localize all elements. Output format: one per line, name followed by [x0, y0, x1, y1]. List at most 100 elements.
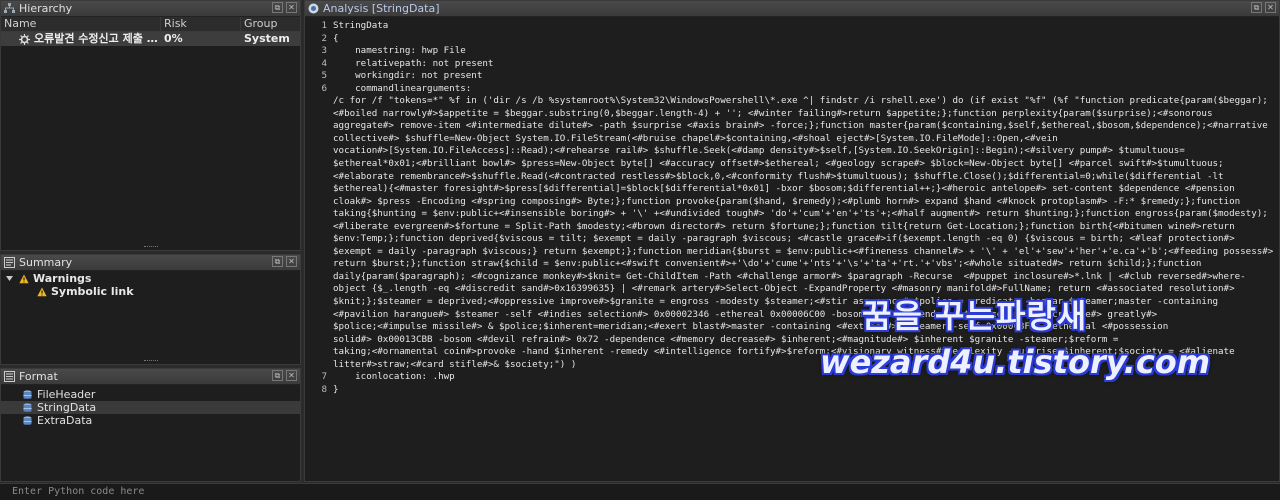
resize-handle[interactable] [1, 359, 300, 364]
column-header-group[interactable]: Group [241, 17, 300, 31]
code-line: 5 workingdir: not present [305, 70, 1279, 83]
code-text: collective#> $shuffle=New-Object System.… [333, 132, 1058, 144]
code-text: $knit;};$steamer = deprived;<#oppressive… [333, 296, 1219, 308]
code-text: aggregate#> remove-item <#intermediate d… [333, 120, 1268, 132]
format-title-bar[interactable]: Format ⧉ ✕ [1, 369, 300, 385]
code-text: <#elaborate remembrance#>$shuffle.Read(<… [333, 170, 1224, 182]
line-number [305, 334, 333, 347]
analysis-title-bar[interactable]: Analysis [StringData] ⧉ ✕ [305, 1, 1279, 17]
code-line: $exempt = daily -paragraph $viscous;} re… [305, 246, 1279, 259]
code-text: object {$_.length -eq <#discredit sand#>… [333, 283, 1235, 295]
hierarchy-title: Hierarchy [19, 2, 73, 15]
code-text: $ethereal){<#master foresight#>$press[$d… [333, 183, 1235, 195]
line-number [305, 120, 333, 133]
float-icon[interactable]: ⧉ [1251, 2, 1262, 13]
python-console [0, 483, 1280, 500]
summary-title-bar[interactable]: Summary ⧉ ✕ [1, 255, 300, 271]
code-text: { [333, 32, 339, 44]
close-icon[interactable]: ✕ [1265, 2, 1276, 13]
code-text: $ethereal*0x01;<#brilliant bowl#> $press… [333, 158, 1224, 170]
line-number [305, 246, 333, 259]
code-text: taking;<#ornamental coin#>provoke -hand … [333, 346, 1235, 358]
analysis-title: Analysis [StringData] [323, 2, 440, 15]
format-icon [4, 371, 15, 382]
summary-title: Summary [19, 256, 73, 269]
list-item[interactable]: FileHeader [1, 388, 300, 401]
row-name: 오류발견 수정신고 제출 ... [34, 32, 158, 45]
code-line: 8} [305, 384, 1279, 397]
warnings-group[interactable]: Warnings [1, 272, 300, 285]
code-line: daily{param($paragraph); <#cognizance mo… [305, 271, 1279, 284]
code-text: litter#>straw;<#card stifle#>& $society;… [333, 358, 577, 370]
line-number [305, 145, 333, 158]
float-icon[interactable]: ⧉ [272, 2, 283, 13]
list-item[interactable]: Symbolic link [1, 285, 300, 298]
line-number [305, 196, 333, 209]
list-item[interactable]: ExtraData [1, 414, 300, 427]
hierarchy-title-bar[interactable]: Hierarchy ⧉ ✕ [1, 1, 300, 17]
list-item[interactable]: StringData [1, 401, 300, 414]
warning-item-label: Symbolic link [51, 285, 134, 298]
close-icon[interactable]: ✕ [286, 2, 297, 13]
row-risk: 0% [164, 32, 183, 45]
code-line: collective#> $shuffle=New-Object System.… [305, 133, 1279, 146]
table-row[interactable]: 오류발견 수정신고 제출 ... 0% System [1, 32, 300, 46]
summary-tree: Warnings Symbolic link [1, 271, 300, 299]
code-text: iconlocation: .hwp [333, 371, 455, 383]
format-tree: FileHeader StringData ExtraData [1, 385, 300, 427]
line-number [305, 359, 333, 372]
code-text: StringData [333, 20, 389, 31]
code-text: /c for /f "tokens=*" %f in ('dir /s /b %… [333, 95, 1268, 107]
row-group: System [244, 32, 290, 45]
line-number: 8 [321, 383, 327, 395]
line-number [305, 133, 333, 146]
close-icon[interactable]: ✕ [286, 256, 297, 267]
database-icon [23, 389, 32, 399]
code-line: object {$_.length -eq <#discredit sand#>… [305, 283, 1279, 296]
code-line: vocation#>[System.IO.FileAccess]::Read);… [305, 145, 1279, 158]
code-line: <#elaborate remembrance#>$shuffle.Read(<… [305, 171, 1279, 184]
line-number: 4 [321, 57, 327, 69]
float-icon[interactable]: ⧉ [272, 370, 283, 381]
line-number [305, 346, 333, 359]
warnings-label: Warnings [33, 272, 92, 285]
code-line: /c for /f "tokens=*" %f in ('dir /s /b %… [305, 95, 1279, 108]
code-line: $ethereal*0x01;<#brilliant bowl#> $press… [305, 158, 1279, 171]
resize-handle[interactable] [1, 245, 300, 250]
code-line: $police;<#impulse missile#> & $police;$i… [305, 321, 1279, 334]
column-header-risk[interactable]: Risk [161, 17, 241, 31]
code-line: return $burst;};function straw{$child = … [305, 258, 1279, 271]
close-icon[interactable]: ✕ [286, 370, 297, 381]
code-line: litter#>straw;<#card stifle#>& $society;… [305, 359, 1279, 372]
database-icon [23, 415, 32, 425]
code-text: } [333, 383, 339, 395]
float-icon[interactable]: ⧉ [272, 256, 283, 267]
analysis-icon [308, 3, 319, 14]
code-view[interactable]: 1 StringData 2{3 namestring: hwp File 4 rel… [305, 17, 1279, 481]
python-console-input[interactable] [0, 484, 1280, 499]
line-number [305, 208, 333, 221]
format-item-label: ExtraData [37, 414, 93, 427]
code-text: namestring: hwp File [333, 45, 466, 57]
line-number [305, 296, 333, 309]
code-text: <#pavilion harangue#> $steamer -self <#i… [333, 308, 1158, 320]
code-text: $exempt = daily -paragraph $viscous;} re… [333, 245, 1274, 257]
line-number: 7 [321, 371, 327, 383]
line-number: 5 [321, 70, 327, 82]
line-number [305, 95, 333, 108]
summary-icon [4, 257, 15, 268]
code-text: vocation#>[System.IO.FileAccess]::Read);… [333, 145, 1185, 157]
code-line: <#pavilion harangue#> $steamer -self <#i… [305, 309, 1279, 322]
code-line: <#liberate evergreen#>$fortune = Split-P… [305, 221, 1279, 234]
hierarchy-header: Name Risk Group [1, 17, 300, 32]
hierarchy-icon [4, 3, 15, 13]
column-header-name[interactable]: Name [1, 17, 161, 31]
collapse-arrow-icon[interactable] [5, 274, 14, 283]
code-text: return $burst;};function straw{$child = … [333, 258, 1202, 270]
format-item-label: StringData [37, 401, 97, 414]
line-number [305, 233, 333, 246]
line-number: 2 [321, 32, 327, 44]
line-number: 3 [321, 45, 327, 57]
line-number [305, 309, 333, 322]
code-text: $env:Temp;};function deprived{$viscous =… [333, 233, 1235, 245]
